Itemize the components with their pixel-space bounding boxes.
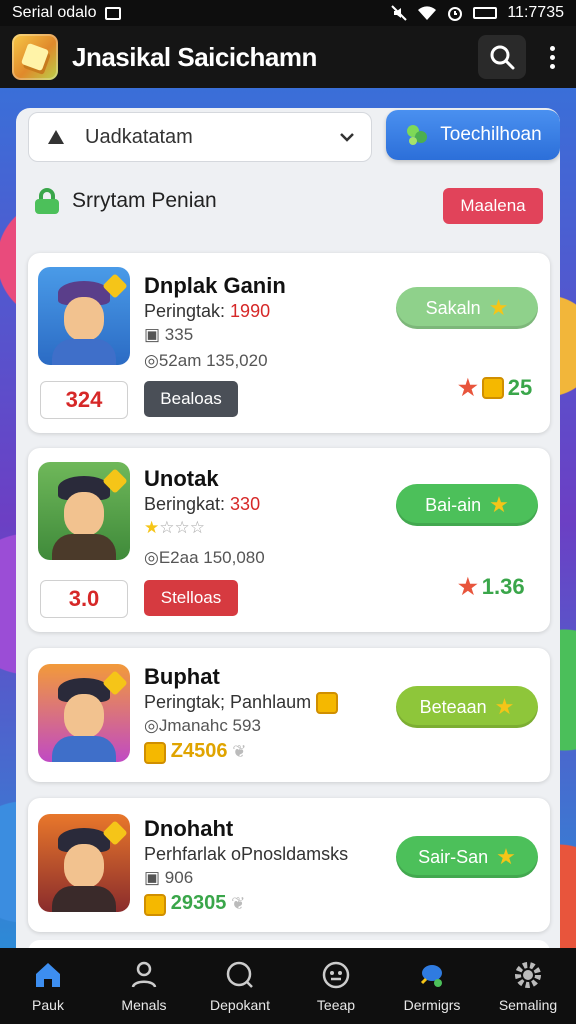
card-action-button[interactable]: Sakaln ★	[396, 287, 538, 329]
lock-icon	[34, 188, 60, 214]
score-box: 3.0	[40, 580, 128, 618]
category-dropdown[interactable]: Uadkatatam	[28, 112, 372, 162]
card-meta: ▣ 906	[144, 868, 194, 887]
app-bar: Jnasikal Saicichamn	[0, 26, 576, 88]
main-panel: Uadkatatam Toechilhoan Srrytam Penian Ma…	[16, 108, 560, 948]
avatar	[38, 664, 130, 762]
nav-label: Depokant	[210, 997, 270, 1013]
card-stats: ◎52am 135,020	[144, 351, 268, 370]
coin-icon: ◎	[144, 351, 159, 370]
score-box: 324	[40, 381, 128, 419]
status-bar: Serial odalo 11:7735	[0, 0, 576, 26]
box-icon: ▣	[144, 325, 165, 344]
tag-button[interactable]: Bealoas	[144, 381, 238, 417]
search-icon	[490, 45, 515, 70]
app-logo	[12, 34, 58, 80]
app-title: Jnasikal Saicichamn	[72, 41, 317, 72]
search-icon	[226, 961, 253, 988]
nav-item-explore[interactable]: Dermigrs	[384, 959, 480, 1013]
manage-button[interactable]: Maalena	[443, 188, 543, 224]
game-card[interactable]: Dnohaht Perhfarlak oPnosldamsks ▣ 906 29…	[28, 798, 550, 932]
bottom-nav: Pauk Menals Depokant Teeap Dermigrs Sema…	[0, 948, 576, 1024]
game-card-partial	[28, 940, 550, 948]
badge-icon	[316, 692, 339, 715]
nav-item-team[interactable]: Teeap	[288, 959, 384, 1013]
avatar	[38, 814, 130, 912]
card-title: Dnohaht	[144, 816, 234, 841]
mute-icon	[391, 5, 408, 21]
primary-action-button[interactable]: Toechilhoan	[386, 110, 560, 160]
avatar	[38, 462, 130, 560]
home-icon	[36, 963, 60, 987]
coin-icon: ◎	[144, 716, 159, 735]
card-meta: ◎Jmanahc 593	[144, 716, 261, 735]
box-icon: ▣	[144, 868, 165, 887]
section-header: Srrytam Penian	[34, 188, 217, 214]
coin-icon: ◎	[144, 548, 159, 567]
nav-label: Teeap	[316, 997, 356, 1013]
card-action-button[interactable]: Bai-ain ★	[396, 484, 538, 526]
card-stats: ◎E2aa 150,080	[144, 548, 265, 567]
star-icon: ★	[494, 694, 515, 719]
nav-label: Menals	[121, 997, 167, 1013]
status-text: Serial odalo	[12, 4, 97, 21]
wifi-icon	[418, 6, 437, 20]
star-icon: ★	[458, 375, 478, 400]
puzzle-icon	[407, 125, 428, 145]
tag-button[interactable]: Stelloas	[144, 580, 238, 616]
card-rank: Perhfarlak oPnosldamsks	[144, 844, 349, 864]
card-rank: Peringtak; Panhlaum	[144, 692, 339, 715]
dropdown-value: Uadkatatam	[85, 125, 193, 148]
alarm-icon	[448, 7, 463, 21]
card-action-button[interactable]: Beteaan ★	[396, 686, 538, 728]
section-label: Srrytam Penian	[72, 189, 217, 212]
card-action-label: Sair-San	[418, 846, 489, 867]
game-card[interactable]: Unotak Beringkat: 330 ★☆☆☆ ◎E2aa 150,080…	[28, 448, 550, 632]
game-card[interactable]: Buphat Peringtak; Panhlaum ◎Jmanahc 593 …	[28, 648, 550, 782]
chevron-down-icon	[340, 133, 354, 142]
face-icon	[322, 961, 350, 989]
gold-icon	[144, 893, 166, 916]
card-gold: Z4506 ❦	[144, 740, 246, 764]
nav-item-search[interactable]: Depokant	[192, 959, 288, 1013]
nav-item-home[interactable]: Pauk	[0, 959, 96, 1013]
star-icon: ★	[496, 844, 516, 869]
gold-icon	[144, 741, 166, 764]
card-gold: 29305 ❦	[144, 892, 245, 916]
user-icon	[131, 961, 157, 988]
nav-label: Semaling	[498, 997, 558, 1013]
card-rank: Beringkat: 330	[144, 494, 261, 514]
card-title: Dnplak Ganin	[144, 273, 286, 298]
nav-label: Dermigrs	[403, 997, 461, 1013]
card-title: Unotak	[144, 466, 219, 491]
status-time: 11:7735	[507, 4, 564, 21]
game-card[interactable]: Dnplak Ganin Peringtak: 1990 ▣ 335 ◎52am…	[28, 253, 550, 433]
star-icon: ★	[488, 295, 509, 320]
primary-action-label: Toechilhoan	[440, 124, 542, 145]
battery-icon	[473, 7, 498, 19]
map-icon	[420, 965, 442, 987]
card-title: Buphat	[144, 664, 220, 689]
card-action-label: Sakaln	[425, 297, 481, 318]
star-icon: ★	[489, 492, 509, 517]
card-action-label: Bai-ain	[425, 494, 482, 515]
card-action-button[interactable]: Sair-San ★	[396, 836, 538, 878]
more-options-button[interactable]	[540, 35, 564, 79]
gear-icon	[515, 962, 541, 988]
avatar	[38, 267, 130, 365]
star-rating: ★☆☆☆	[144, 518, 205, 537]
nav-label: Pauk	[32, 997, 64, 1013]
card-rating: ★ 25	[458, 375, 533, 400]
card-rating: ★ 1.36	[458, 574, 525, 599]
coin-icon	[481, 377, 504, 399]
trophy-icon	[48, 130, 64, 144]
nav-item-profile[interactable]: Menals	[96, 959, 192, 1013]
star-icon: ★	[458, 574, 478, 599]
card-meta: ▣ 335	[144, 325, 194, 344]
card-rank: Peringtak: 1990	[144, 301, 271, 321]
card-action-label: Beteaan	[419, 696, 487, 717]
image-notification-icon	[104, 6, 121, 20]
nav-item-settings[interactable]: Semaling	[480, 959, 576, 1013]
search-button[interactable]	[478, 35, 526, 79]
